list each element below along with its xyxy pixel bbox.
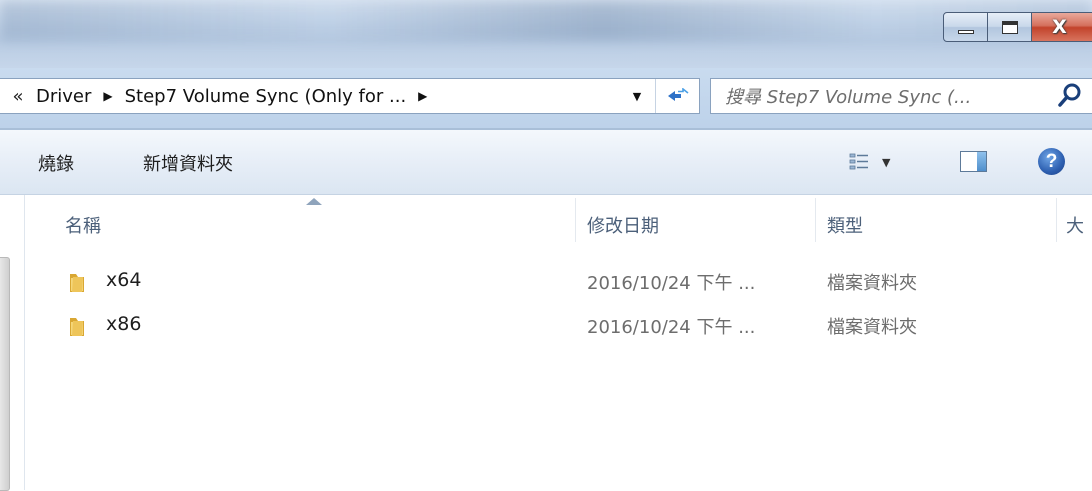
change-view-button[interactable]: ▼ [848, 146, 928, 178]
folder-icon [70, 318, 84, 336]
folder-icon [70, 274, 84, 292]
file-modified: 2016/10/24 下午 ... [587, 317, 756, 338]
refresh-icon [667, 88, 688, 101]
file-type: 檔案資料夾 [827, 317, 917, 338]
breadcrumb-label: Step7 Volume Sync (Only for ... [124, 85, 407, 107]
file-name: x64 [106, 269, 142, 291]
minimize-button[interactable] [943, 12, 988, 42]
address-history-dropdown-icon[interactable]: ▼ [620, 79, 654, 113]
breadcrumb-step7[interactable]: Step7 Volume Sync (Only for ... [125, 86, 407, 107]
preview-pane-button[interactable] [960, 151, 987, 172]
address-row: « Driver ▶ Step7 Volume Sync (Only for .… [0, 68, 1092, 130]
breadcrumb-separator-icon[interactable]: ▶ [418, 89, 427, 103]
search-placeholder: 搜尋 Step7 Volume Sync (... [725, 87, 972, 108]
navigation-scrollbar[interactable] [0, 257, 10, 491]
maximize-button[interactable] [988, 12, 1032, 42]
search-icon[interactable] [1055, 81, 1085, 111]
file-modified: 2016/10/24 下午 ... [587, 273, 756, 294]
file-name: x86 [106, 313, 142, 335]
column-divider[interactable] [815, 198, 816, 242]
column-divider[interactable] [575, 198, 576, 242]
column-divider[interactable] [1056, 198, 1057, 242]
breadcrumb-overflow-button[interactable]: « [0, 86, 36, 107]
title-bar[interactable]: X [0, 0, 1092, 68]
close-icon: X [1052, 16, 1067, 38]
window-controls: X [943, 12, 1092, 42]
minimize-icon [957, 30, 974, 34]
help-button[interactable]: ? [1038, 148, 1065, 175]
command-toolbar: 燒錄 新增資料夾 ▼ ? [0, 130, 1092, 195]
navigation-pane-edge [0, 195, 25, 491]
column-header-size[interactable]: 大 [1066, 212, 1084, 238]
column-header-modified[interactable]: 修改日期 [587, 212, 659, 238]
title-bar-background [0, 0, 1092, 40]
address-bar[interactable]: « Driver ▶ Step7 Volume Sync (Only for .… [0, 78, 700, 114]
file-type: 檔案資料夾 [827, 273, 917, 294]
burn-button[interactable]: 燒錄 [38, 150, 74, 176]
column-header-name[interactable]: 名稱 [65, 212, 101, 238]
maximize-icon [1001, 20, 1018, 34]
details-view-icon [849, 153, 868, 170]
file-row[interactable]: x64 2016/10/24 下午 ... 檔案資料夾 [25, 262, 1092, 300]
breadcrumb-label: Driver [36, 85, 92, 107]
new-folder-button[interactable]: 新增資料夾 [143, 150, 233, 176]
close-button[interactable]: X [1032, 12, 1092, 42]
views-dropdown-icon[interactable]: ▼ [882, 156, 890, 169]
column-header-type[interactable]: 類型 [827, 212, 863, 238]
file-row[interactable]: x86 2016/10/24 下午 ... 檔案資料夾 [25, 306, 1092, 344]
search-input[interactable]: 搜尋 Step7 Volume Sync (... [710, 78, 1092, 114]
refresh-button[interactable] [655, 79, 699, 113]
sort-ascending-icon [306, 198, 322, 205]
breadcrumb-separator-icon[interactable]: ▶ [103, 89, 112, 103]
breadcrumb-driver[interactable]: Driver [36, 86, 91, 107]
